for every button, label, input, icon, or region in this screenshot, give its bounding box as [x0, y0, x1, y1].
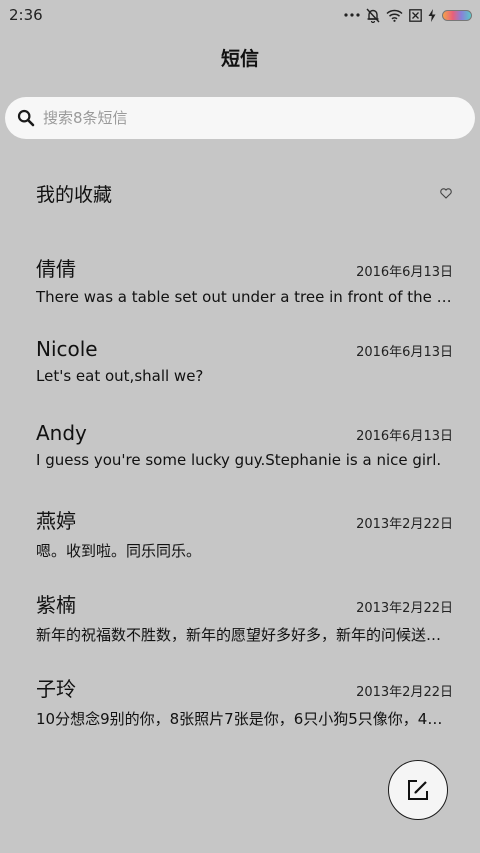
- message-sender: 紫楠: [36, 593, 76, 617]
- more-dots-icon: [344, 12, 360, 18]
- message-date: 2016年6月13日: [356, 265, 453, 280]
- sim-x-icon: [409, 8, 422, 22]
- message-preview: 10分想念9别的你，8张照片7张是你，6只小狗5只像你，4季都想你: [36, 710, 453, 728]
- message-item[interactable]: Nicole 2016年6月13日 Let's eat out,shall we…: [36, 337, 453, 407]
- favorites-label: 我的收藏: [36, 183, 113, 206]
- message-sender: 燕婷: [36, 509, 76, 533]
- compose-icon: [406, 778, 430, 802]
- message-date: 2013年2月22日: [356, 601, 453, 616]
- message-date: 2013年2月22日: [356, 517, 453, 532]
- search-input[interactable]: [41, 108, 445, 128]
- heart-icon: [440, 187, 452, 199]
- status-icons: [344, 8, 472, 23]
- status-bar: 2:36: [0, 0, 480, 30]
- message-preview: I guess you're some lucky guy.Stephanie …: [36, 451, 442, 469]
- message-item[interactable]: 紫楠 2013年2月22日 新年的祝福数不胜数，新年的愿望好多好多，新年的问候送…: [36, 589, 453, 659]
- charging-icon: [428, 8, 436, 22]
- message-date: 2016年6月13日: [356, 345, 453, 360]
- message-preview: 嗯。收到啦。同乐同乐。: [36, 542, 202, 560]
- message-item[interactable]: Andy 2016年6月13日 I guess you're some luck…: [36, 421, 453, 491]
- message-preview: There was a table set out under a tree i…: [36, 288, 453, 306]
- message-date: 2016年6月13日: [356, 429, 453, 444]
- message-sender: Andy: [36, 421, 87, 445]
- message-item[interactable]: 燕婷 2013年2月22日 嗯。收到啦。同乐同乐。: [36, 505, 453, 575]
- message-sender: 子玲: [36, 677, 76, 701]
- message-date: 2013年2月22日: [356, 685, 453, 700]
- search-icon: [17, 109, 35, 127]
- message-preview: 新年的祝福数不胜数，新年的愿望好多好多，新年的问候送给你: [36, 626, 453, 644]
- message-item[interactable]: 子玲 2013年2月22日 10分想念9别的你，8张照片7张是你，6只小狗5只像…: [36, 673, 453, 743]
- wifi-icon: [386, 9, 403, 22]
- message-preview: Let's eat out,shall we?: [36, 367, 204, 385]
- compose-button[interactable]: [388, 760, 448, 820]
- message-item[interactable]: 倩倩 2016年6月13日 There was a table set out …: [36, 253, 453, 323]
- search-bar[interactable]: [5, 97, 475, 139]
- favorites-item[interactable]: 我的收藏: [36, 170, 452, 216]
- page-title: 短信: [220, 48, 259, 70]
- message-sender: 倩倩: [36, 257, 76, 281]
- battery-icon: [442, 9, 472, 21]
- message-sender: Nicole: [36, 337, 98, 361]
- mute-bell-icon: [366, 8, 380, 23]
- status-time: 2:36: [9, 6, 43, 24]
